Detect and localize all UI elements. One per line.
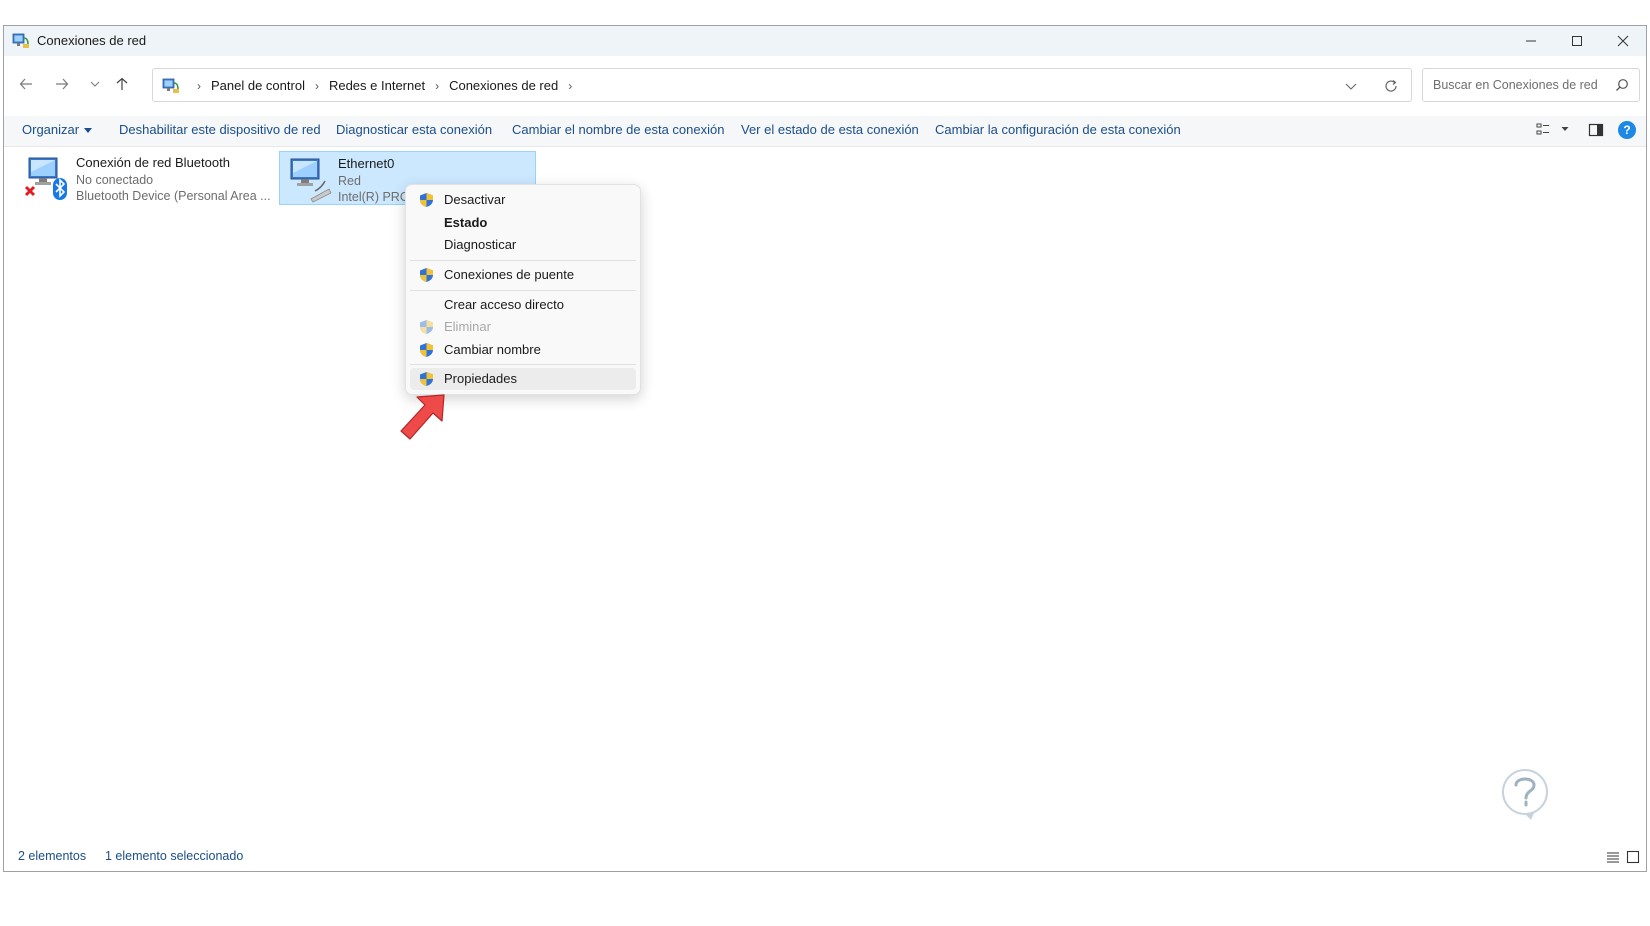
chevron-right-icon[interactable]: ›: [315, 79, 319, 93]
command-bar: Organizar Deshabilitar este dispositivo …: [4, 116, 1646, 147]
breadcrumb-redes-e-internet[interactable]: Redes e Internet: [329, 78, 425, 93]
up-button[interactable]: [108, 70, 136, 98]
help-button[interactable]: ?: [1618, 121, 1636, 139]
menu-item-estado[interactable]: Estado: [410, 212, 636, 234]
arrow-left-icon: [19, 78, 32, 90]
pointer-arrow-icon: [400, 394, 445, 440]
organize-menu-button[interactable]: Organizar: [22, 122, 93, 137]
item-status: Red: [338, 173, 361, 188]
breadcrumb: › Panel de control › Redes e Internet › …: [187, 78, 582, 93]
chevron-right-icon[interactable]: ›: [568, 79, 572, 93]
bluetooth-network-adapter-icon: [24, 157, 67, 200]
search-box[interactable]: Buscar en Conexiones de red: [1422, 68, 1640, 102]
menu-item-eliminar: Eliminar: [410, 316, 636, 338]
uac-shield-icon: [420, 193, 433, 207]
address-row: › Panel de control › Redes e Internet › …: [4, 56, 1646, 116]
caret-down-icon: [84, 128, 93, 134]
menu-item-crear-acceso-directo[interactable]: Crear acceso directo: [410, 294, 636, 316]
back-button[interactable]: [12, 70, 40, 98]
status-bar: 2 elementos 1 elemento seleccionado: [4, 843, 1646, 871]
details-view-icon[interactable]: [1606, 850, 1620, 864]
uac-shield-icon: [420, 343, 433, 357]
menu-item-propiedades[interactable]: Propiedades: [410, 368, 636, 390]
network-connections-window: Conexiones de red › Panel de control › R…: [3, 25, 1647, 872]
item-status: No conectado: [76, 172, 154, 187]
menu-label: Cambiar nombre: [444, 342, 541, 357]
menu-divider: [410, 260, 636, 261]
menu-item-desactivar[interactable]: Desactivar: [410, 189, 636, 211]
view-status-button[interactable]: Ver el estado de esta conexión: [741, 122, 919, 137]
title-bar: Conexiones de red: [4, 26, 1646, 56]
search-input[interactable]: Buscar en Conexiones de red: [1433, 78, 1598, 92]
breadcrumb-conexiones-de-red[interactable]: Conexiones de red: [449, 78, 558, 93]
arrow-right-icon: [56, 78, 69, 90]
chevron-down-icon[interactable]: [1343, 78, 1359, 94]
minimize-button[interactable]: [1508, 26, 1554, 56]
uac-shield-icon: [420, 372, 433, 386]
item-device: Intel(R) PRO/: [338, 190, 414, 204]
item-name: Ethernet0: [338, 156, 395, 171]
chevron-right-icon: ›: [197, 78, 201, 93]
diagnose-connection-button[interactable]: Diagnosticar esta conexión: [336, 122, 492, 137]
selected-count: 1 elemento seleccionado: [105, 849, 244, 863]
large-icons-view-icon[interactable]: [1626, 850, 1640, 864]
list-item-bluetooth[interactable]: Conexión de red Bluetooth No conectado B…: [18, 151, 280, 205]
menu-label: Crear acceso directo: [444, 297, 564, 312]
preview-pane-icon[interactable]: [1588, 122, 1604, 138]
menu-label: Eliminar: [444, 319, 491, 334]
chevron-down-icon: [90, 81, 100, 87]
organize-label: Organizar: [22, 122, 80, 137]
item-text: Conexión de red Bluetooth No conectado B…: [76, 155, 271, 205]
close-button[interactable]: [1600, 26, 1646, 56]
arrow-up-icon: [116, 77, 128, 90]
uac-shield-icon: [420, 320, 433, 334]
menu-label: Conexiones de puente: [444, 267, 575, 282]
close-icon: [1617, 35, 1629, 47]
item-text: Ethernet0 Red Intel(R) PRO/: [338, 156, 413, 206]
ethernet-adapter-icon: [290, 158, 332, 203]
uac-shield-icon: [420, 268, 433, 282]
change-view-button[interactable]: [1536, 122, 1570, 136]
minimize-icon: [1526, 40, 1536, 42]
item-name: Conexión de red Bluetooth: [76, 155, 230, 170]
menu-item-conexiones-de-puente[interactable]: Conexiones de puente: [410, 264, 636, 286]
recent-locations-button[interactable]: [81, 70, 109, 98]
item-count: 2 elementos: [18, 849, 87, 863]
forward-button[interactable]: [48, 70, 76, 98]
view-tiles-icon: [1536, 123, 1549, 135]
window-title: Conexiones de red: [37, 33, 147, 48]
chevron-right-icon[interactable]: ›: [435, 79, 439, 93]
connections-list: Conexión de red Bluetooth No conectado B…: [4, 147, 1646, 843]
refresh-icon[interactable]: [1383, 78, 1399, 94]
menu-label: Estado: [444, 215, 488, 230]
menu-label: Diagnosticar: [444, 237, 517, 252]
network-connections-icon: [12, 33, 29, 48]
change-settings-button[interactable]: Cambiar la configuración de esta conexió…: [935, 122, 1181, 137]
item-device: Bluetooth Device (Personal Area ...: [76, 189, 271, 203]
menu-divider: [410, 290, 636, 291]
menu-divider: [410, 364, 636, 365]
menu-label: Desactivar: [444, 192, 506, 207]
caret-down-icon: [1561, 127, 1569, 131]
maximize-icon: [1572, 36, 1582, 46]
rename-connection-button[interactable]: Cambiar el nombre de esta conexión: [512, 122, 724, 137]
network-connections-icon: [162, 78, 179, 93]
breadcrumb-panel-de-control[interactable]: Panel de control: [211, 78, 305, 93]
maximize-button[interactable]: [1554, 26, 1600, 56]
menu-label: Propiedades: [444, 371, 517, 386]
menu-item-diagnosticar[interactable]: Diagnosticar: [410, 234, 636, 256]
context-menu: Desactivar Estado Diagnosticar Conexione…: [405, 184, 641, 395]
address-bar[interactable]: › Panel de control › Redes e Internet › …: [152, 68, 1412, 102]
disable-device-button[interactable]: Deshabilitar este dispositivo de red: [119, 122, 321, 137]
search-icon: [1616, 79, 1628, 91]
help-logo-watermark-icon: [1502, 769, 1548, 820]
menu-item-cambiar-nombre[interactable]: Cambiar nombre: [410, 339, 636, 361]
